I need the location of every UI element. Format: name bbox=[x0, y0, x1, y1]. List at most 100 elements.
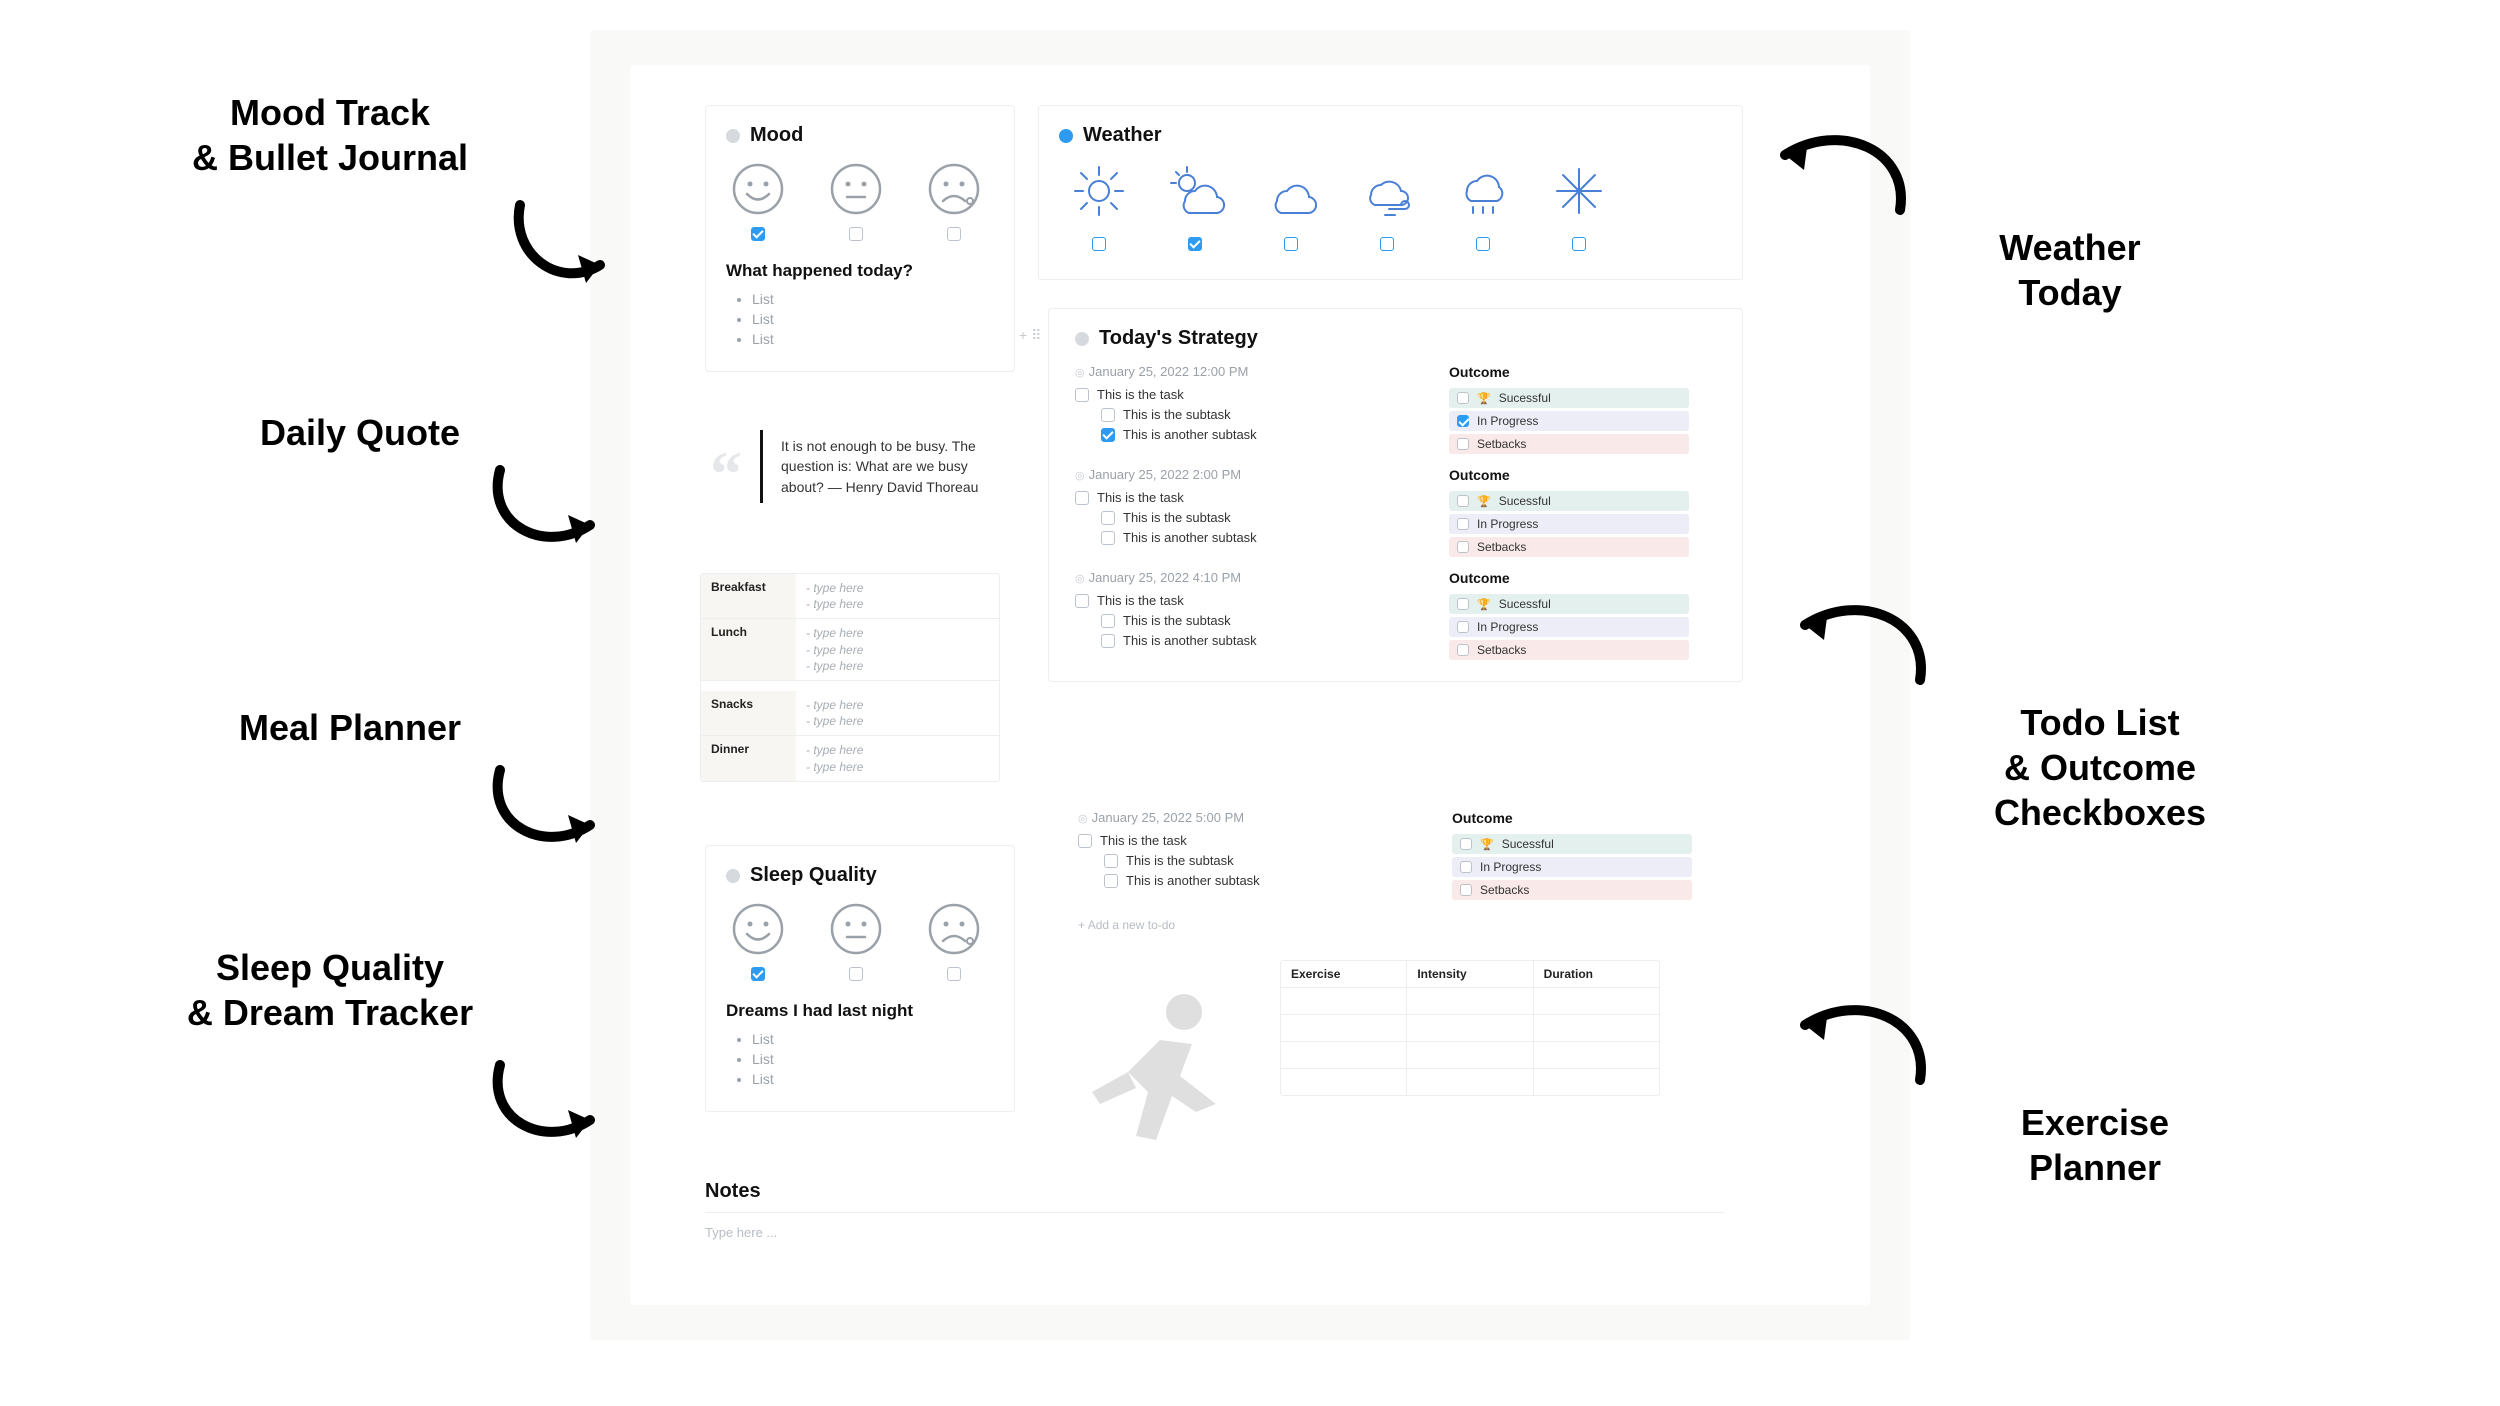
checkbox[interactable] bbox=[947, 967, 961, 981]
partly-cloudy-icon[interactable] bbox=[1165, 161, 1225, 251]
checkbox[interactable] bbox=[1460, 838, 1472, 850]
table-cell[interactable] bbox=[1281, 1069, 1407, 1095]
happy-face-icon[interactable] bbox=[730, 161, 786, 241]
table-row[interactable] bbox=[1281, 1042, 1659, 1069]
checkbox[interactable] bbox=[849, 967, 863, 981]
checkbox[interactable] bbox=[1457, 518, 1469, 530]
meal-row[interactable]: Dinner- type here- type here bbox=[701, 736, 999, 780]
list-item[interactable]: List bbox=[752, 331, 994, 347]
task-row[interactable]: This is the subtask bbox=[1101, 407, 1415, 422]
neutral-face-icon[interactable] bbox=[828, 901, 884, 981]
task-row[interactable]: This is another subtask bbox=[1101, 427, 1415, 442]
checkbox[interactable] bbox=[1104, 874, 1118, 888]
outcome-progress[interactable]: In Progress bbox=[1449, 514, 1689, 534]
checkbox[interactable] bbox=[1075, 594, 1089, 608]
task-row[interactable]: This is the subtask bbox=[1101, 613, 1415, 628]
table-cell[interactable] bbox=[1534, 1042, 1659, 1068]
checkbox[interactable] bbox=[1476, 237, 1490, 251]
outcome-setbacks[interactable]: Setbacks bbox=[1449, 434, 1689, 454]
checkbox[interactable] bbox=[1457, 415, 1469, 427]
table-cell[interactable] bbox=[1534, 1015, 1659, 1041]
table-cell[interactable] bbox=[1407, 988, 1533, 1014]
meal-row[interactable]: Breakfast- type here- type here bbox=[701, 574, 999, 619]
checkbox[interactable] bbox=[1101, 531, 1115, 545]
checkbox[interactable] bbox=[1457, 392, 1469, 404]
checkbox[interactable] bbox=[1101, 511, 1115, 525]
checkbox[interactable] bbox=[1075, 491, 1089, 505]
dreams-list[interactable]: List List List bbox=[752, 1031, 994, 1087]
table-cell[interactable] bbox=[1281, 1015, 1407, 1041]
checkbox[interactable] bbox=[1460, 884, 1472, 896]
table-row[interactable] bbox=[1281, 1015, 1659, 1042]
add-todo-button[interactable]: Add a new to-do bbox=[1078, 918, 1175, 932]
checkbox[interactable] bbox=[1284, 237, 1298, 251]
list-item[interactable]: List bbox=[752, 311, 994, 327]
task-row[interactable]: This is the subtask bbox=[1101, 510, 1415, 525]
table-cell[interactable] bbox=[1407, 1015, 1533, 1041]
sun-icon[interactable] bbox=[1069, 161, 1129, 251]
wind-icon[interactable] bbox=[1357, 161, 1417, 251]
checkbox[interactable] bbox=[1572, 237, 1586, 251]
table-cell[interactable] bbox=[1281, 988, 1407, 1014]
task-row[interactable]: This is the subtask bbox=[1104, 853, 1418, 868]
task-row[interactable]: This is the task bbox=[1078, 833, 1418, 848]
outcome-progress[interactable]: In Progress bbox=[1452, 857, 1692, 877]
task-row[interactable]: This is the task bbox=[1075, 593, 1415, 608]
task-row[interactable]: This is another subtask bbox=[1104, 873, 1418, 888]
notes-input[interactable]: Type here ... bbox=[705, 1212, 1725, 1240]
checkbox[interactable] bbox=[1460, 861, 1472, 873]
list-item[interactable]: List bbox=[752, 291, 994, 307]
meal-value[interactable]: - type here- type here bbox=[796, 574, 999, 618]
meal-value[interactable]: - type here- type here bbox=[796, 736, 999, 780]
meal-value[interactable]: - type here- type here bbox=[796, 691, 999, 735]
block-handle-icon[interactable]: + ⠿ bbox=[1019, 327, 1041, 344]
checkbox[interactable] bbox=[1457, 438, 1469, 450]
checkbox[interactable] bbox=[1188, 237, 1202, 251]
checkbox[interactable] bbox=[1101, 634, 1115, 648]
cloudy-icon[interactable] bbox=[1261, 161, 1321, 251]
task-row[interactable]: This is the task bbox=[1075, 490, 1415, 505]
outcome-setbacks[interactable]: Setbacks bbox=[1449, 537, 1689, 557]
rain-icon[interactable] bbox=[1453, 161, 1513, 251]
list-item[interactable]: List bbox=[752, 1051, 994, 1067]
snow-icon[interactable] bbox=[1549, 161, 1609, 251]
checkbox[interactable] bbox=[751, 967, 765, 981]
table-row[interactable] bbox=[1281, 1069, 1659, 1095]
checkbox[interactable] bbox=[1101, 614, 1115, 628]
happy-face-icon[interactable] bbox=[730, 901, 786, 981]
checkbox[interactable] bbox=[1457, 495, 1469, 507]
checkbox[interactable] bbox=[1078, 834, 1092, 848]
checkbox[interactable] bbox=[1101, 408, 1115, 422]
checkbox[interactable] bbox=[1075, 388, 1089, 402]
table-row[interactable] bbox=[1281, 988, 1659, 1015]
checkbox[interactable] bbox=[947, 227, 961, 241]
checkbox[interactable] bbox=[1457, 598, 1469, 610]
task-row[interactable]: This is the task bbox=[1075, 387, 1415, 402]
outcome-success[interactable]: 🏆Sucessful bbox=[1449, 388, 1689, 408]
outcome-success[interactable]: 🏆Sucessful bbox=[1449, 594, 1689, 614]
outcome-success[interactable]: 🏆Sucessful bbox=[1452, 834, 1692, 854]
list-item[interactable]: List bbox=[752, 1031, 994, 1047]
sad-face-icon[interactable] bbox=[926, 161, 982, 241]
task-row[interactable]: This is another subtask bbox=[1101, 633, 1415, 648]
checkbox[interactable] bbox=[1101, 428, 1115, 442]
list-item[interactable]: List bbox=[752, 1071, 994, 1087]
checkbox[interactable] bbox=[751, 227, 765, 241]
checkbox[interactable] bbox=[1457, 644, 1469, 656]
table-cell[interactable] bbox=[1534, 1069, 1659, 1095]
checkbox[interactable] bbox=[1457, 541, 1469, 553]
meal-row[interactable]: Snacks- type here- type here bbox=[701, 691, 999, 736]
task-row[interactable]: This is another subtask bbox=[1101, 530, 1415, 545]
checkbox[interactable] bbox=[849, 227, 863, 241]
outcome-progress[interactable]: In Progress bbox=[1449, 617, 1689, 637]
outcome-success[interactable]: 🏆Sucessful bbox=[1449, 491, 1689, 511]
checkbox[interactable] bbox=[1104, 854, 1118, 868]
checkbox[interactable] bbox=[1380, 237, 1394, 251]
sad-face-icon[interactable] bbox=[926, 901, 982, 981]
table-cell[interactable] bbox=[1407, 1042, 1533, 1068]
outcome-progress[interactable]: In Progress bbox=[1449, 411, 1689, 431]
checkbox[interactable] bbox=[1457, 621, 1469, 633]
meal-row[interactable]: Lunch- type here- type here- type here bbox=[701, 619, 999, 681]
table-cell[interactable] bbox=[1534, 988, 1659, 1014]
outcome-setbacks[interactable]: Setbacks bbox=[1449, 640, 1689, 660]
